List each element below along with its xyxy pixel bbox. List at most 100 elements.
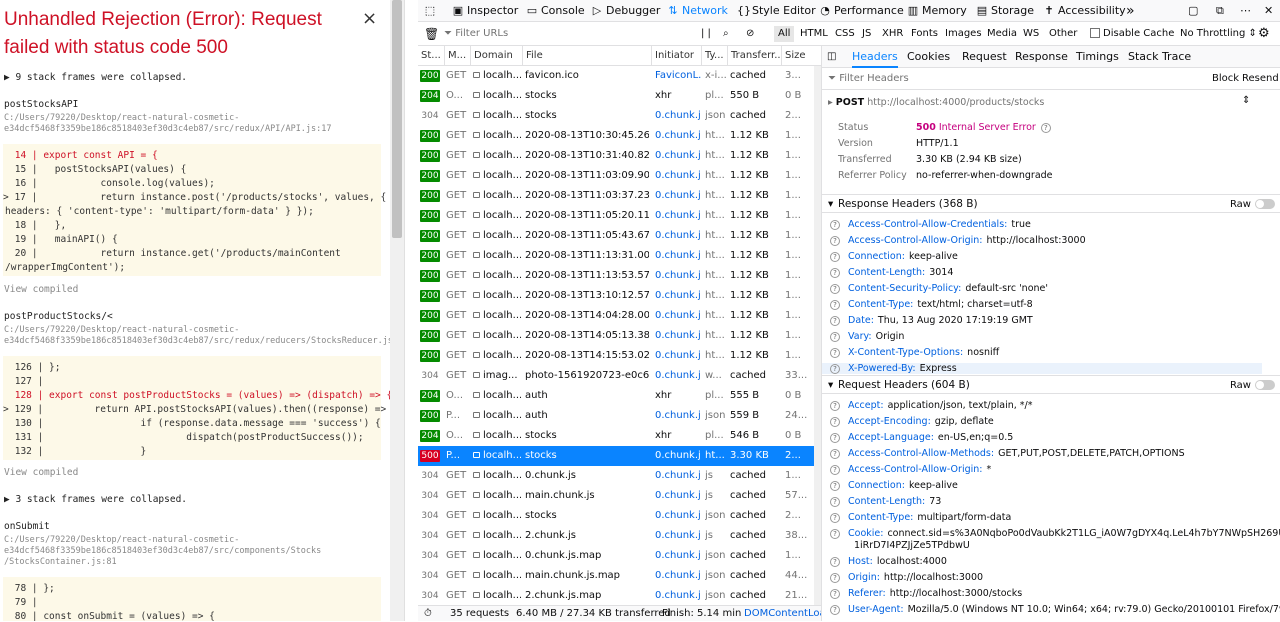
request-row[interactable]: 500 P... localh... stocks 0.chunk.j... ht... 3… — [418, 446, 814, 466]
request-row[interactable]: 200 GET localh... 2020-08-13T10:31:40.820..… — [418, 146, 814, 166]
help-icon[interactable]: ? — [830, 480, 840, 491]
collapsed-frames-toggle[interactable]: ▶ 9 stack frames were collapsed. — [4, 72, 187, 83]
request-row[interactable]: 304 GET localh... 2.chunk.js.map 0.chunk.j..… — [418, 586, 814, 606]
request-row[interactable]: 204 O... localh... stocks xhr pl... 550 B 0 B — [418, 86, 814, 106]
request-row[interactable]: 200 GET localh... 2020-08-13T11:05:43.673..… — [418, 226, 814, 246]
help-icon[interactable]: ? — [1040, 122, 1051, 133]
help-icon[interactable]: ? — [830, 464, 840, 475]
header-row[interactable]: ? Date: Thu, 13 Aug 2020 17:19:19 GMT — [830, 315, 1033, 326]
request-row[interactable]: 204 O... localh... auth xhr pl... 555 B 0 B — [418, 386, 814, 406]
request-row[interactable]: 200 GET localh... 2020-08-13T14:05:13.380..… — [418, 326, 814, 346]
header-row[interactable]: ? Connection: keep-alive — [830, 251, 958, 262]
block-icon[interactable]: ⊘ — [746, 22, 754, 46]
help-icon[interactable]: ? — [830, 219, 840, 230]
resend-button[interactable]: Resend ⇕ — [1242, 68, 1280, 112]
expand-icon[interactable]: ▸ — [828, 97, 836, 108]
tab-cookies[interactable]: Cookies — [907, 46, 950, 68]
col-method[interactable]: M... — [444, 46, 470, 66]
help-icon[interactable]: ? — [830, 448, 840, 459]
request-row[interactable]: 200 GET localh... 2020-08-13T11:13:31.006..… — [418, 246, 814, 266]
trash-icon[interactable]: 🗑 — [424, 22, 439, 46]
request-row[interactable]: 304 GET localh... 0.chunk.js 0.chunk.j... js c… — [418, 466, 814, 486]
filter-type-xhr[interactable]: XHR — [882, 22, 903, 46]
header-row[interactable]: ? Content-Type: multipart/form-data — [830, 512, 1011, 523]
help-icon[interactable]: ? — [830, 363, 840, 374]
header-row[interactable]: ? Access-Control-Allow-Credentials: true — [830, 219, 1031, 230]
request-row[interactable]: 304 GET localh... main.chunk.js 0.chunk.j...… — [418, 486, 814, 506]
col-status[interactable]: St... — [418, 46, 444, 66]
header-row[interactable]: ? Accept-Encoding: gzip, deflate — [830, 416, 994, 427]
header-row[interactable]: ? Content-Type: text/html; charset=utf-8 — [830, 299, 1033, 310]
col-domain[interactable]: Domain — [470, 46, 522, 66]
header-row[interactable]: ? Accept-Language: en-US,en;q=0.5 — [830, 432, 1013, 443]
help-icon[interactable]: ? — [830, 512, 840, 523]
help-icon[interactable]: ? — [830, 416, 840, 427]
tab-stack-trace[interactable]: Stack Trace — [1128, 46, 1191, 68]
disable-cache-checkbox[interactable]: Disable Cache — [1090, 22, 1174, 46]
request-row[interactable]: 200 GET localh... 2020-08-13T11:13:53.578..… — [418, 266, 814, 286]
request-row[interactable]: 204 O... localh... stocks xhr pl... 546 B 0 B — [418, 426, 814, 446]
header-row[interactable]: 1iRrD7I4PZJjZe5TPdbwU — [854, 540, 970, 551]
header-row[interactable]: ? Origin: http://localhost:3000 — [830, 572, 983, 583]
close-devtools-icon[interactable]: ✕ — [1264, 0, 1273, 22]
block-button[interactable]: Block — [1212, 68, 1239, 90]
request-row[interactable]: 200 GET localh... 2020-08-13T14:15:53.023..… — [418, 346, 814, 366]
header-row[interactable]: ? Content-Security-Policy: default-src 'no… — [830, 283, 1048, 294]
help-icon[interactable]: ? — [830, 267, 840, 278]
request-list-scrollbar[interactable] — [814, 66, 821, 606]
help-icon[interactable]: ? — [830, 496, 840, 507]
help-icon[interactable]: ? — [830, 251, 840, 262]
header-row[interactable]: ? X-Content-Type-Options: nosniff — [830, 347, 999, 358]
request-row[interactable]: 200 GET localh... favicon.ico FaviconL... x-i… — [418, 66, 814, 86]
filter-type-js[interactable]: JS — [862, 22, 871, 46]
request-row[interactable]: 304 GET localh... main.chunk.js.map 0.chunk.… — [418, 566, 814, 586]
collapsed-frames-toggle[interactable]: ▶ 3 stack frames were collapsed. — [4, 494, 187, 505]
filter-headers-input[interactable]: ⏷ Filter Headers — [828, 68, 909, 90]
toggle-sidebar-icon[interactable]: ◫ — [827, 46, 836, 68]
header-row[interactable]: ? Host: localhost:4000 — [830, 556, 947, 567]
col-transferred[interactable]: Transferr... — [727, 46, 781, 66]
frame-path[interactable]: e34dcf5468f3359be186c8518403ef30d3c4eb87… — [4, 336, 390, 346]
request-row[interactable]: 200 GET localh... 2020-08-13T13:10:12.578..… — [418, 286, 814, 306]
header-row[interactable]: ? Vary: Origin — [830, 331, 904, 342]
help-icon[interactable]: ? — [830, 604, 840, 615]
tab-style-editor[interactable]: {}Style Editor — [737, 0, 816, 22]
tab-headers[interactable]: Headers — [852, 46, 898, 68]
help-icon[interactable]: ? — [830, 432, 840, 443]
header-row[interactable]: ? Connection: keep-alive — [830, 480, 958, 491]
filter-type-images[interactable]: Images — [945, 22, 982, 46]
help-icon[interactable]: ? — [830, 347, 840, 358]
frame-path[interactable]: C:/Users/79220/Desktop/react-natural-cos… — [4, 113, 239, 123]
response-headers-section[interactable]: ▾ Response Headers (368 B) Raw — [822, 194, 1280, 213]
frame-path[interactable]: e34dcf5468f3359be186c8518403ef30d3c4eb87… — [4, 546, 321, 556]
filter-type-other[interactable]: Other — [1049, 22, 1077, 46]
filter-type-html[interactable]: HTML — [800, 22, 828, 46]
perf-icon[interactable]: ⏱ — [424, 606, 432, 622]
request-row[interactable]: 304 GET imag... photo-1561920723-e0c68... 0.… — [418, 366, 814, 386]
tab-console[interactable]: ▭ Console — [526, 0, 585, 22]
col-type[interactable]: Ty... — [701, 46, 727, 66]
tab-inspector[interactable]: ▣ Inspector — [452, 0, 519, 22]
frame-path[interactable]: C:/Users/79220/Desktop/react-natural-cos… — [4, 325, 239, 335]
filter-type-all[interactable]: All — [774, 26, 795, 42]
gear-icon[interactable]: ⚙ — [1258, 22, 1270, 46]
raw-toggle[interactable] — [1255, 380, 1275, 390]
dock-options-icon[interactable]: ⧉ — [1216, 0, 1224, 22]
more-tabs-icon[interactable]: » — [1126, 0, 1135, 22]
tab-timings[interactable]: Timings — [1076, 46, 1119, 68]
pause-icon[interactable]: | | — [701, 22, 711, 46]
request-row[interactable]: 304 GET localh... 2.chunk.js 0.chunk.j... js c… — [418, 526, 814, 546]
responsive-mode-icon[interactable]: ▢ — [1188, 0, 1198, 22]
help-icon[interactable]: ? — [830, 572, 840, 583]
search-icon[interactable]: ⌕ — [723, 22, 729, 46]
view-compiled-link[interactable]: View compiled — [4, 467, 78, 478]
request-row[interactable]: 304 GET localh... stocks 0.chunk.j... jsoncac… — [418, 106, 814, 126]
help-icon[interactable]: ? — [830, 588, 840, 599]
filter-type-css[interactable]: CSS — [835, 22, 855, 46]
tab-storage[interactable]: ▤ Storage — [976, 0, 1034, 22]
request-row[interactable]: 200 GET localh... 2020-08-13T11:05:20.115..… — [418, 206, 814, 226]
header-row[interactable]: ? Cookie: connect.sid=s%3A0NqboPo0dVaubKk2… — [830, 528, 1280, 539]
tab-debugger[interactable]: ▷ Debugger — [591, 0, 661, 22]
frame-path[interactable]: C:/Users/79220/Desktop/react-natural-cos… — [4, 535, 239, 545]
tab-response[interactable]: Response — [1015, 46, 1068, 68]
